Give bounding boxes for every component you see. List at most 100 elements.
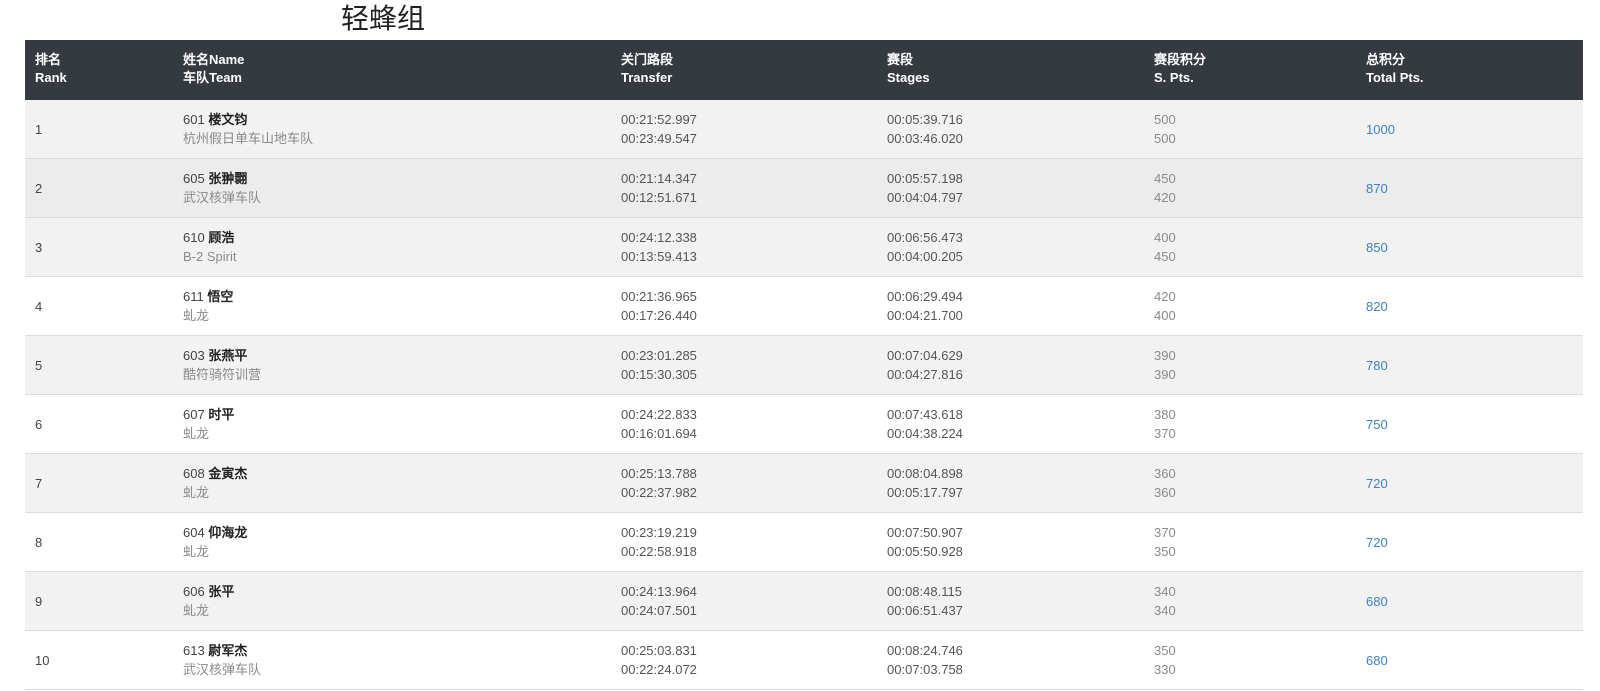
bib-number: 601 (183, 112, 205, 127)
header-stages-en: Stages (887, 70, 930, 85)
transfer-cell: 00:24:13.964 00:24:07.501 (621, 572, 697, 630)
transfer-time-2: 00:17:26.440 (621, 308, 697, 323)
rider-line: 605 张翀翾 (183, 169, 261, 188)
transfer-time-1: 00:25:13.788 (621, 466, 697, 481)
table-row: 8 604 仰海龙 虬龙 00:23:19.219 00:22:58.918 00:07:… (25, 513, 1583, 572)
stage-points-2: 390 (1154, 367, 1176, 382)
transfer-time-1: 00:24:13.964 (621, 584, 697, 599)
rider-cell: 608 金寅杰虬龙 (183, 454, 247, 512)
total-points-link[interactable]: 820 (1366, 297, 1388, 316)
stage-points-1: 370 (1154, 525, 1176, 540)
stages-cell: 00:05:57.198 00:04:04.797 (887, 159, 963, 217)
header-transfer[interactable]: 关门路段 Transfer (621, 51, 673, 87)
rider-line: 608 金寅杰 (183, 464, 247, 483)
total-points-cell: 780 (1366, 336, 1388, 394)
rider-cell: 610 顾浩 B-2 Spirit (183, 218, 236, 276)
rider-line: 601 楼文钧 (183, 110, 313, 129)
total-points-link[interactable]: 720 (1366, 533, 1388, 552)
header-stages-cn: 赛段 (887, 52, 914, 67)
stage-points-cell: 350 330 (1154, 631, 1176, 689)
total-points-link[interactable]: 850 (1366, 238, 1388, 257)
header-rank[interactable]: 排名 Rank (35, 51, 67, 87)
table-row: 5 603 张燕平 酷符骑符训营 00:23:01.285 00:15:30.305 00… (25, 336, 1583, 395)
rider-cell: 611 悟空 虬龙 (183, 277, 233, 335)
bib-number: 608 (183, 466, 205, 481)
stage-points-1: 450 (1154, 171, 1176, 186)
stage-points-2: 400 (1154, 308, 1176, 323)
table-row: 1 601 楼文钧 杭州假日单车山地车队 00:21:52.997 00:23:49.5… (25, 100, 1583, 159)
rank-cell: 3 (35, 218, 42, 276)
bib-number: 610 (183, 230, 205, 245)
rider-name: 顾浩 (208, 230, 235, 245)
bib-number: 613 (183, 643, 205, 658)
header-total-points[interactable]: 总积分 Total Pts. (1366, 51, 1424, 87)
total-points-link[interactable]: 870 (1366, 179, 1388, 198)
stage-time-2: 00:04:21.700 (887, 308, 963, 323)
rank-value: 5 (35, 357, 43, 373)
total-points-cell: 750 (1366, 395, 1388, 453)
team-name: 虬龙 (183, 485, 210, 500)
rank-value: 2 (35, 180, 43, 196)
rider-line: 607 时平 (183, 405, 234, 424)
stages-cell: 00:06:56.473 00:04:00.205 (887, 218, 963, 276)
transfer-time-1: 00:21:52.997 (621, 112, 697, 127)
transfer-time-1: 00:23:19.219 (621, 525, 697, 540)
stage-time-1: 00:06:56.473 (887, 230, 963, 245)
rank-cell: 2 (35, 159, 42, 217)
stage-time-1: 00:07:50.907 (887, 525, 963, 540)
rider-name: 张翀翾 (208, 171, 248, 186)
total-points-link[interactable]: 680 (1366, 651, 1388, 670)
transfer-time-2: 00:12:51.671 (621, 190, 697, 205)
transfer-time-1: 00:24:12.338 (621, 230, 697, 245)
total-points-link[interactable]: 680 (1366, 592, 1388, 611)
rank-cell: 8 (35, 513, 42, 571)
total-points-link[interactable]: 750 (1366, 415, 1388, 434)
transfer-cell: 00:25:13.788 00:22:37.982 (621, 454, 697, 512)
stage-time-2: 00:04:04.797 (887, 190, 963, 205)
total-points-cell: 720 (1366, 513, 1388, 571)
stage-points-cell: 500 500 (1154, 100, 1176, 158)
stages-cell: 00:07:50.907 00:05:50.928 (887, 513, 963, 571)
transfer-cell: 00:24:22.833 00:16:01.694 (621, 395, 697, 453)
transfer-cell: 00:21:14.347 00:12:51.671 (621, 159, 697, 217)
transfer-time-2: 00:24:07.501 (621, 603, 697, 618)
stage-points-1: 420 (1154, 289, 1176, 304)
header-rank-en: Rank (35, 70, 67, 85)
stage-points-cell: 390 390 (1154, 336, 1176, 394)
rider-cell: 604 仰海龙 虬龙 (183, 513, 247, 571)
rider-line: 604 仰海龙 (183, 523, 247, 542)
total-points-cell: 850 (1366, 218, 1388, 276)
header-rank-cn: 排名 (35, 52, 62, 67)
total-points-link[interactable]: 780 (1366, 356, 1388, 375)
transfer-time-2: 00:22:24.072 (621, 662, 697, 677)
header-stage-points[interactable]: 赛段积分 S. Pts. (1154, 51, 1206, 87)
rank-cell: 1 (35, 100, 42, 158)
rank-value: 6 (35, 416, 43, 432)
stage-points-cell: 370 350 (1154, 513, 1176, 571)
bib-number: 607 (183, 407, 205, 422)
table-row: 7 608 金寅杰 虬龙 00:25:13.788 00:22:37.982 00:08:… (25, 454, 1583, 513)
rank-cell: 4 (35, 277, 42, 335)
rank-value: 10 (35, 652, 50, 668)
stage-time-2: 00:07:03.758 (887, 662, 963, 677)
rider-name: 仰海龙 (208, 525, 248, 540)
header-name: 姓名Name (183, 52, 245, 67)
stage-points-1: 380 (1154, 407, 1176, 422)
stage-time-2: 00:04:27.816 (887, 367, 963, 382)
stage-points-2: 420 (1154, 190, 1176, 205)
bib-number: 605 (183, 171, 205, 186)
table-row: 4 611 悟空 虬龙 00:21:36.965 00:17:26.440 00:06:2… (25, 277, 1583, 336)
team-name: 武汉核弹车队 (183, 190, 262, 205)
stages-cell: 00:07:04.629 00:04:27.816 (887, 336, 963, 394)
total-points-link[interactable]: 720 (1366, 474, 1388, 493)
total-points-link[interactable]: 1000 (1366, 120, 1395, 139)
total-points-cell: 1000 (1366, 100, 1395, 158)
header-stages[interactable]: 赛段 Stages (887, 51, 930, 87)
stage-time-1: 00:07:04.629 (887, 348, 963, 363)
total-points-cell: 870 (1366, 159, 1388, 217)
rank-value: 1 (35, 121, 43, 137)
stage-points-1: 390 (1154, 348, 1176, 363)
stage-time-2: 00:05:50.928 (887, 544, 963, 559)
table-row: 3 610 顾浩 B-2 Spirit 00:24:12.338 00:13:59.41… (25, 218, 1583, 277)
header-name-team[interactable]: 姓名Name 车队Team (183, 51, 244, 87)
